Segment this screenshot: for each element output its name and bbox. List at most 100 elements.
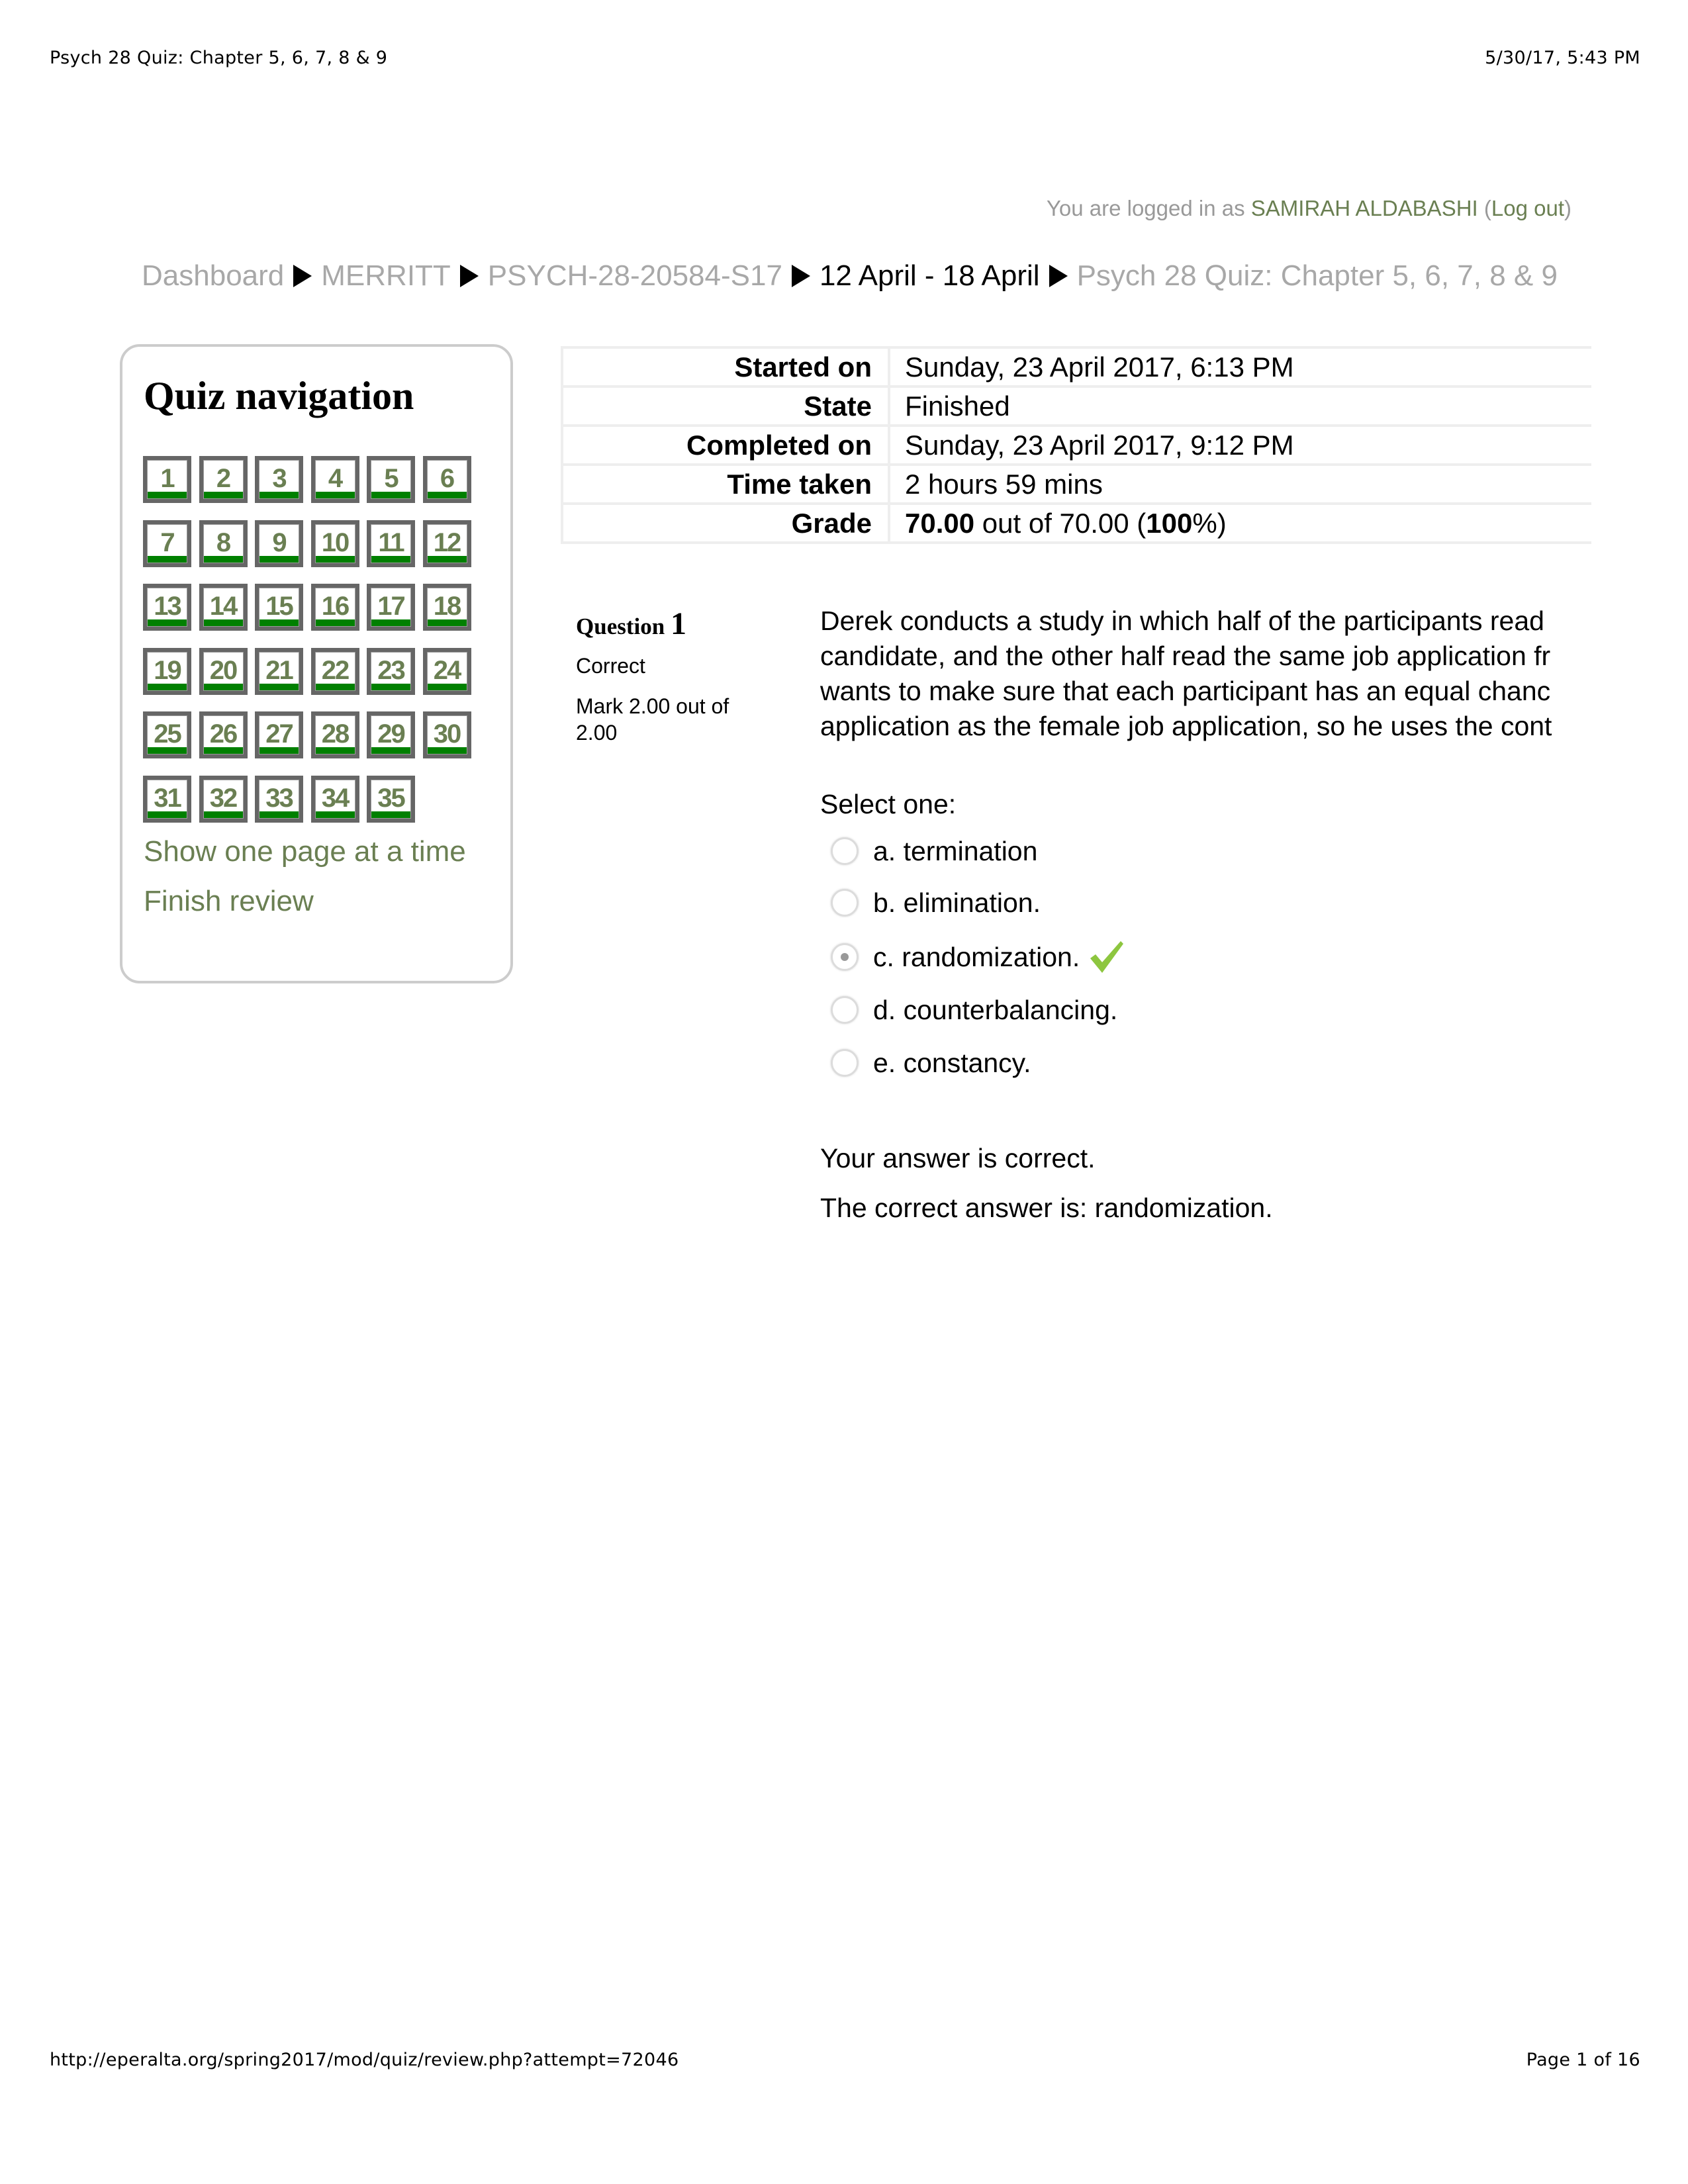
question-nav-number: 24 <box>433 655 462 685</box>
summary-row-grade: Grade 70.00 out of 70.00 (100%) <box>561 502 1591 544</box>
question-nav-number: 4 <box>328 464 343 493</box>
question-nav-number: 34 <box>321 783 350 813</box>
user-profile-link[interactable]: SAMIRAH ALDABASHI <box>1251 196 1478 220</box>
correct-status-bar <box>203 619 243 626</box>
answer-option-b[interactable]: b. elimination. <box>831 886 1041 919</box>
question-nav-button[interactable]: 26 <box>199 711 248 758</box>
correct-status-bar <box>315 683 355 690</box>
question-nav-number: 22 <box>321 655 350 685</box>
finish-review-link[interactable]: Finish review <box>144 885 314 918</box>
question-nav-button[interactable]: 10 <box>310 520 359 567</box>
print-header-title: Psych 28 Quiz: Chapter 5, 6, 7, 8 & 9 <box>50 48 388 68</box>
question-nav-button[interactable]: 28 <box>310 711 359 758</box>
question-nav-button[interactable]: 9 <box>255 520 303 567</box>
correct-check-icon <box>1090 941 1124 973</box>
question-nav-button[interactable]: 16 <box>310 584 359 631</box>
question-nav-button[interactable]: 29 <box>367 711 415 758</box>
correct-status-bar <box>259 747 299 754</box>
correct-status-bar <box>148 683 187 690</box>
question-nav-number: 2 <box>216 464 231 493</box>
summary-value: Sunday, 23 April 2017, 9:12 PM <box>889 424 1591 466</box>
question-nav-button[interactable]: 2 <box>199 456 248 503</box>
correct-status-bar <box>427 747 467 754</box>
correct-status-bar <box>427 555 467 563</box>
question-nav-number: 28 <box>321 719 350 749</box>
answer-option-d[interactable]: d. counterbalancing. <box>831 993 1117 1026</box>
question-nav-button[interactable]: 33 <box>255 775 303 823</box>
question-nav-button[interactable]: 21 <box>255 647 303 695</box>
question-nav-number: 5 <box>384 464 399 493</box>
question-nav-button[interactable]: 5 <box>367 456 415 503</box>
question-nav-number: 16 <box>321 592 350 621</box>
correct-status-bar <box>148 492 187 498</box>
question-nav-button[interactable]: 27 <box>255 711 303 758</box>
question-nav-button[interactable]: 34 <box>310 775 359 823</box>
question-nav-number: 11 <box>378 527 404 557</box>
question-nav-number: 21 <box>265 655 294 685</box>
question-nav-button[interactable]: 15 <box>255 584 303 631</box>
correct-status-bar <box>259 619 299 626</box>
summary-label: State <box>561 385 890 427</box>
answer-option-e[interactable]: e. constancy. <box>831 1046 1031 1079</box>
question-info: Question 1 Correct Mark 2.00 out of 2.00 <box>576 606 748 746</box>
breadcrumb-separator-icon <box>293 265 312 287</box>
breadcrumb-dashboard[interactable]: Dashboard <box>142 259 284 293</box>
radio-button[interactable] <box>831 837 859 865</box>
breadcrumb-quiz[interactable]: Psych 28 Quiz: Chapter 5, 6, 7, 8 & 9 <box>1077 259 1558 293</box>
correct-status-bar <box>148 747 187 754</box>
question-nav-button[interactable]: 7 <box>143 520 191 567</box>
question-nav-button[interactable]: 24 <box>422 647 471 695</box>
question-nav-button[interactable]: 19 <box>143 647 191 695</box>
question-nav-button[interactable]: 3 <box>255 456 303 503</box>
question-nav-number: 15 <box>265 592 294 621</box>
question-nav-button[interactable]: 17 <box>367 584 415 631</box>
breadcrumb-course[interactable]: PSYCH-28-20584-S17 <box>488 259 782 293</box>
question-nav-button[interactable]: 4 <box>310 456 359 503</box>
correct-status-bar <box>203 747 243 754</box>
question-nav-button[interactable]: 11 <box>367 520 415 567</box>
logout-link[interactable]: Log out <box>1491 196 1564 220</box>
question-nav-button[interactable]: 30 <box>422 711 471 758</box>
breadcrumb-merritt[interactable]: MERRITT <box>321 259 451 293</box>
question-nav-button[interactable]: 31 <box>143 775 191 823</box>
print-header-datetime: 5/30/17, 5:43 PM <box>1485 48 1640 68</box>
correct-status-bar <box>427 619 467 626</box>
question-nav-button[interactable]: 18 <box>422 584 471 631</box>
question-nav-button[interactable]: 14 <box>199 584 248 631</box>
question-nav-button[interactable]: 20 <box>199 647 248 695</box>
question-nav-button[interactable]: 13 <box>143 584 191 631</box>
question-nav-number: 29 <box>377 719 406 749</box>
radio-button[interactable] <box>831 996 859 1024</box>
login-prefix: You are logged in as <box>1046 196 1251 220</box>
question-nav-number: 10 <box>321 527 350 557</box>
correct-status-bar <box>203 555 243 563</box>
radio-button[interactable] <box>831 889 859 917</box>
question-nav-button[interactable]: 35 <box>367 775 415 823</box>
summary-label: Grade <box>561 502 890 544</box>
question-nav-button[interactable]: 1 <box>143 456 191 503</box>
question-nav-number: 9 <box>272 527 287 557</box>
answer-label: c. randomization. <box>873 941 1080 972</box>
question-nav-button[interactable]: 8 <box>199 520 248 567</box>
answer-option-c[interactable]: c. randomization. <box>831 940 1125 974</box>
question-number: 1 <box>670 606 686 641</box>
question-mark: Mark 2.00 out of 2.00 <box>576 694 729 745</box>
correct-status-bar <box>203 492 243 498</box>
answer-option-a[interactable]: a. termination <box>831 835 1037 868</box>
question-nav-button[interactable]: 25 <box>143 711 191 758</box>
correct-status-bar <box>148 555 187 563</box>
answer-feedback: Your answer is correct. <box>820 1143 1096 1173</box>
question-nav-button[interactable]: 6 <box>422 456 471 503</box>
question-nav-button[interactable]: 22 <box>310 647 359 695</box>
question-nav-button[interactable]: 32 <box>199 775 248 823</box>
summary-row-state: State Finished <box>561 385 1591 427</box>
question-nav-button[interactable]: 12 <box>422 520 471 567</box>
question-nav-button[interactable]: 23 <box>367 647 415 695</box>
show-one-page-link[interactable]: Show one page at a time <box>144 835 466 868</box>
correct-status-bar <box>371 811 410 818</box>
radio-button[interactable] <box>831 1049 859 1077</box>
radio-button-selected[interactable] <box>831 943 859 971</box>
question-number-heading: Question 1 <box>576 606 748 642</box>
correct-status-bar <box>203 811 243 818</box>
question-text-line: Derek conducts a study in which half of … <box>820 606 1544 636</box>
